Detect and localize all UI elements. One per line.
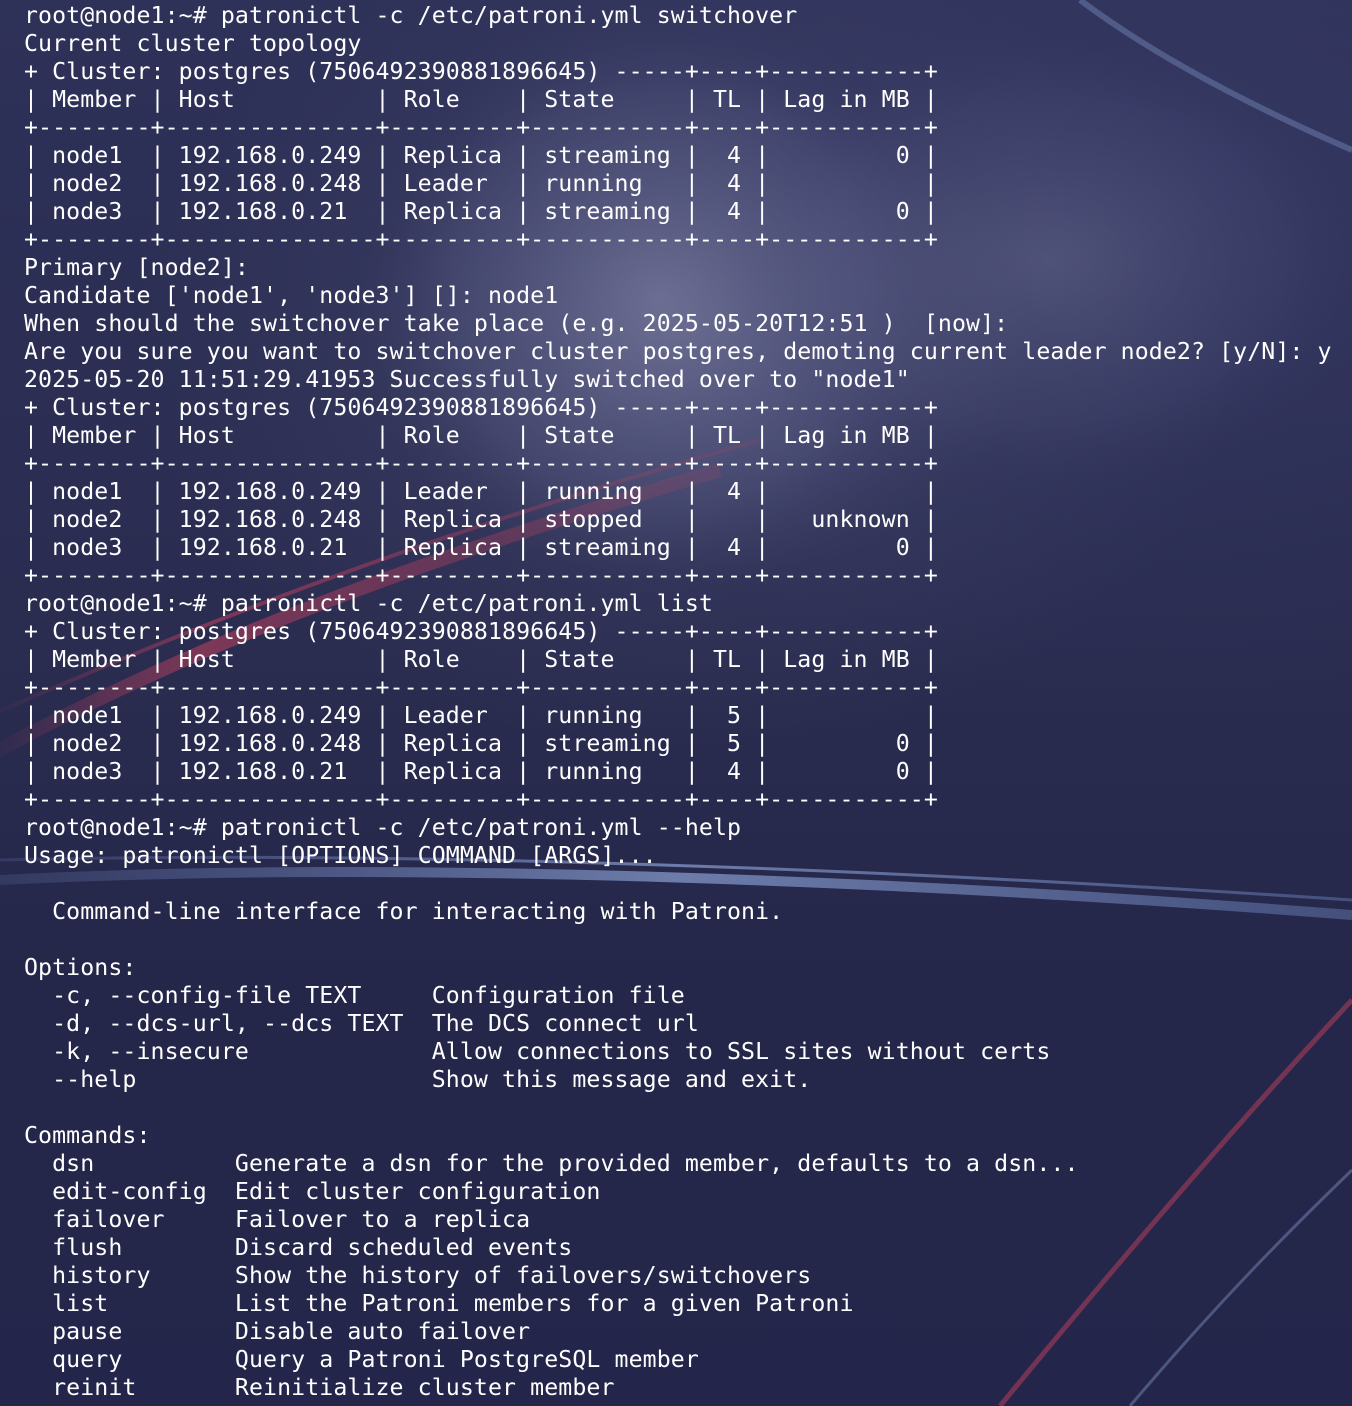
terminal-line: | node3 | 192.168.0.21 | Replica | runni… [24, 758, 938, 785]
terminal-line: Options: [24, 954, 137, 981]
terminal-line: root@node1:~# patronictl -c /etc/patroni… [24, 590, 713, 617]
terminal-line: | node1 | 192.168.0.249 | Leader | runni… [24, 702, 938, 729]
terminal-line: +--------+---------------+---------+----… [24, 226, 938, 253]
terminal-line: Primary [node2]: [24, 254, 249, 281]
terminal-line: When should the switchover take place (e… [24, 310, 1009, 337]
terminal-line: -k, --insecure Allow connections to SSL … [24, 1038, 1051, 1065]
terminal-line: query Query a Patroni PostgreSQL member [24, 1346, 699, 1373]
terminal-line: | node2 | 192.168.0.248 | Leader | runni… [24, 170, 938, 197]
terminal-line: -d, --dcs-url, --dcs TEXT The DCS connec… [24, 1010, 699, 1037]
terminal-output: root@node1:~# patronictl -c /etc/patroni… [0, 0, 1352, 1406]
terminal-line: --help Show this message and exit. [24, 1066, 812, 1093]
terminal-line: failover Failover to a replica [24, 1206, 531, 1233]
terminal-line: | node2 | 192.168.0.248 | Replica | stop… [24, 506, 938, 533]
terminal-line: | node1 | 192.168.0.249 | Leader | runni… [24, 478, 938, 505]
terminal-line: pause Disable auto failover [24, 1318, 531, 1345]
terminal-line: -c, --config-file TEXT Configuration fil… [24, 982, 685, 1009]
terminal-line: Commands: [24, 1122, 151, 1149]
terminal-line: Command-line interface for interacting w… [24, 898, 784, 925]
terminal-line: + Cluster: postgres (7506492390881896645… [24, 394, 938, 421]
terminal-line: +--------+---------------+---------+----… [24, 450, 938, 477]
terminal-line: edit-config Edit cluster configuration [24, 1178, 601, 1205]
terminal-line: Usage: patronictl [OPTIONS] COMMAND [ARG… [24, 842, 657, 869]
terminal-line: history Show the history of failovers/sw… [24, 1262, 812, 1289]
terminal-line: Candidate ['node1', 'node3'] []: node1 [24, 282, 559, 309]
terminal-line: +--------+---------------+---------+----… [24, 786, 938, 813]
terminal-line: + Cluster: postgres (7506492390881896645… [24, 618, 938, 645]
terminal-line: flush Discard scheduled events [24, 1234, 573, 1261]
terminal-line: root@node1:~# patronictl -c /etc/patroni… [24, 2, 798, 29]
terminal-line: 2025-05-20 11:51:29.41953 Successfully s… [24, 366, 910, 393]
terminal-line: Current cluster topology [24, 30, 362, 57]
terminal-line: list List the Patroni members for a give… [24, 1290, 854, 1317]
terminal-line: | node3 | 192.168.0.21 | Replica | strea… [24, 198, 938, 225]
terminal-line: | node1 | 192.168.0.249 | Replica | stre… [24, 142, 938, 169]
terminal-line: | node2 | 192.168.0.248 | Replica | stre… [24, 730, 938, 757]
terminal-line: | Member | Host | Role | State | TL | La… [24, 86, 938, 113]
terminal-line: reinit Reinitialize cluster member [24, 1374, 615, 1401]
terminal-line: + Cluster: postgres (7506492390881896645… [24, 58, 938, 85]
terminal-line: | node3 | 192.168.0.21 | Replica | strea… [24, 534, 938, 561]
terminal-window[interactable]: root@node1:~# patronictl -c /etc/patroni… [0, 0, 1352, 1406]
terminal-line: | Member | Host | Role | State | TL | La… [24, 422, 938, 449]
terminal-line: +--------+---------------+---------+----… [24, 674, 938, 701]
terminal-line: Are you sure you want to switchover clus… [24, 338, 1332, 365]
terminal-line: dsn Generate a dsn for the provided memb… [24, 1150, 1079, 1177]
terminal-line: +--------+---------------+---------+----… [24, 114, 938, 141]
terminal-line: | Member | Host | Role | State | TL | La… [24, 646, 938, 673]
terminal-line: +--------+---------------+---------+----… [24, 562, 938, 589]
terminal-line: root@node1:~# patronictl -c /etc/patroni… [24, 814, 742, 841]
